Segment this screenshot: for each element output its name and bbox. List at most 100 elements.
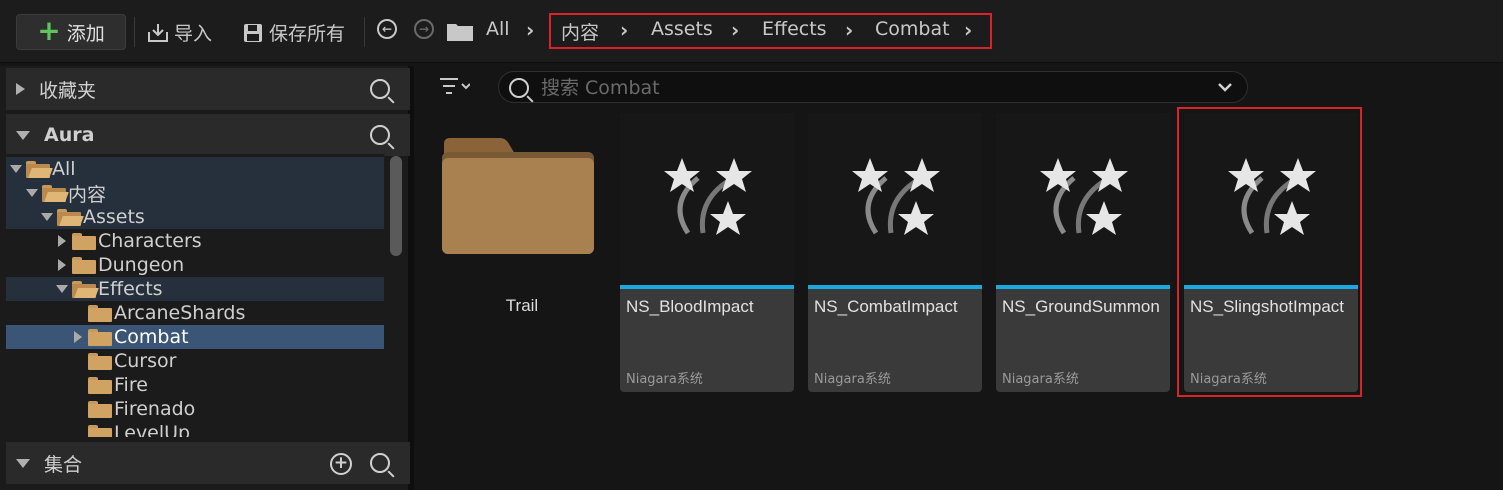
project-label: Aura	[44, 124, 95, 146]
collections-label: 集合	[44, 453, 83, 476]
folder-label[interactable]: Trail	[442, 296, 602, 316]
expand-icon	[16, 83, 25, 95]
folder-icon	[88, 352, 112, 370]
asset-name: NS_CombatImpact	[814, 297, 958, 316]
expand-arrow-icon[interactable]	[26, 189, 38, 197]
folder-tree: All 内容 Assets Characters Dungeon Effects	[6, 154, 384, 437]
tree-item-label: Assets	[83, 206, 145, 228]
expand-arrow-icon[interactable]	[56, 285, 68, 293]
expand-arrow-icon[interactable]	[74, 331, 82, 343]
tree-item-label: Effects	[98, 278, 163, 300]
niagara-system-icon	[664, 158, 752, 235]
tree-item-arcaneshards[interactable]: ArcaneShards	[6, 301, 384, 325]
chevron-down-icon[interactable]	[1217, 81, 1233, 93]
asset-type-bar	[808, 285, 982, 289]
tree-item-fire[interactable]: Fire	[6, 373, 384, 397]
search-icon	[509, 78, 529, 98]
filter-icon[interactable]	[440, 76, 470, 98]
tree-item-label: All	[52, 158, 76, 180]
search-icon[interactable]	[370, 125, 390, 145]
import-button-label: 导入	[174, 23, 213, 45]
tree-item-label: Fire	[114, 374, 148, 396]
search-input[interactable]	[539, 72, 1203, 104]
toolbar: + 添加 导入 保存所有 ← → All › 内容 › Assets › Eff…	[0, 0, 1503, 63]
asset-name: NS_GroundSummon	[1002, 297, 1160, 316]
tree-scrollbar[interactable]	[390, 156, 402, 256]
folder-icon	[88, 328, 112, 346]
folder-open-icon	[72, 280, 99, 298]
search-bar[interactable]	[498, 71, 1248, 104]
folder-open-icon	[57, 208, 84, 226]
collections-header[interactable]: 集合 +	[6, 442, 410, 484]
import-button[interactable]: 导入	[146, 19, 212, 46]
collapse-icon	[16, 130, 30, 140]
tree-item-label: Cursor	[114, 350, 177, 372]
niagara-system-icon	[852, 158, 940, 235]
tree-item-label: Characters	[98, 230, 202, 252]
forward-icon[interactable]: →	[414, 19, 434, 39]
tree-item-assets[interactable]: Assets	[6, 205, 384, 229]
save-all-button[interactable]: 保存所有	[243, 19, 345, 46]
add-circle-icon[interactable]: +	[330, 453, 352, 475]
asset-highlight	[1177, 107, 1362, 397]
tree-item-firenado[interactable]: Firenado	[6, 397, 384, 421]
tree-item-label: LevelUp	[114, 422, 191, 437]
asset-type: Niagara系统	[1002, 372, 1079, 387]
tree-item-label: ArcaneShards	[114, 302, 246, 324]
back-icon[interactable]: ←	[377, 19, 397, 39]
expand-arrow-icon[interactable]	[58, 235, 66, 247]
plus-icon: +	[37, 14, 61, 47]
import-icon	[148, 23, 168, 42]
favorites-label: 收藏夹	[39, 79, 97, 102]
tree-item-effects[interactable]: Effects	[6, 277, 384, 301]
tree-item-levelup[interactable]: LevelUp	[6, 421, 384, 437]
tree-item-content[interactable]: 内容	[6, 181, 384, 206]
asset-type-bar	[996, 285, 1170, 289]
asset-card[interactable]: NS_BloodImpact Niagara系统	[620, 113, 794, 392]
tree-item-combat[interactable]: Combat	[6, 325, 384, 349]
folder-icon	[88, 400, 112, 418]
tree-item-characters[interactable]: Characters	[6, 229, 384, 253]
expand-arrow-icon[interactable]	[58, 259, 66, 271]
tree-item-label: 内容	[68, 183, 107, 206]
folder-thumbnail-icon[interactable]	[442, 138, 594, 254]
expand-arrow-icon[interactable]	[41, 213, 53, 221]
tree-item-label: Dungeon	[98, 254, 185, 276]
folder-icon	[72, 256, 96, 274]
sources-panel: 收藏夹 Aura All 内容 Assets Characters Dungeo…	[0, 66, 414, 490]
save-all-label: 保存所有	[269, 23, 346, 45]
tree-item-label: Firenado	[114, 398, 196, 420]
asset-type: Niagara系统	[814, 372, 891, 387]
asset-name: NS_BloodImpact	[626, 297, 754, 316]
search-icon[interactable]	[370, 453, 390, 473]
chevron-right-icon[interactable]: ›	[526, 18, 534, 42]
asset-card[interactable]: NS_CombatImpact Niagara系统	[808, 113, 982, 392]
asset-thumbnail	[620, 113, 794, 285]
toolbar-divider	[364, 17, 365, 47]
breadcrumb-highlight	[549, 13, 992, 49]
save-icon	[244, 23, 262, 42]
folder-open-icon	[26, 160, 53, 178]
folder-open-icon	[42, 184, 69, 202]
tree-item-all[interactable]: All	[6, 157, 384, 181]
toolbar-divider	[134, 17, 135, 47]
asset-thumbnail	[996, 113, 1170, 285]
folder-icon	[88, 376, 112, 394]
project-header[interactable]: Aura	[6, 114, 410, 156]
collapse-icon	[16, 458, 30, 468]
tree-item-cursor[interactable]: Cursor	[6, 349, 384, 373]
expand-arrow-icon[interactable]	[10, 165, 22, 173]
asset-card[interactable]: NS_GroundSummon Niagara系统	[996, 113, 1170, 392]
folder-icon[interactable]	[447, 21, 473, 41]
niagara-system-icon	[1040, 158, 1128, 235]
tree-item-dungeon[interactable]: Dungeon	[6, 253, 384, 277]
add-button[interactable]: + 添加	[16, 14, 126, 50]
tree-item-label: Combat	[114, 326, 189, 348]
search-icon[interactable]	[370, 79, 390, 99]
asset-type: Niagara系统	[626, 372, 703, 387]
folder-icon	[72, 232, 96, 250]
path-root[interactable]: All	[486, 18, 510, 40]
asset-thumbnail	[808, 113, 982, 285]
asset-type-bar	[620, 285, 794, 289]
favorites-header[interactable]: 收藏夹	[6, 68, 410, 110]
